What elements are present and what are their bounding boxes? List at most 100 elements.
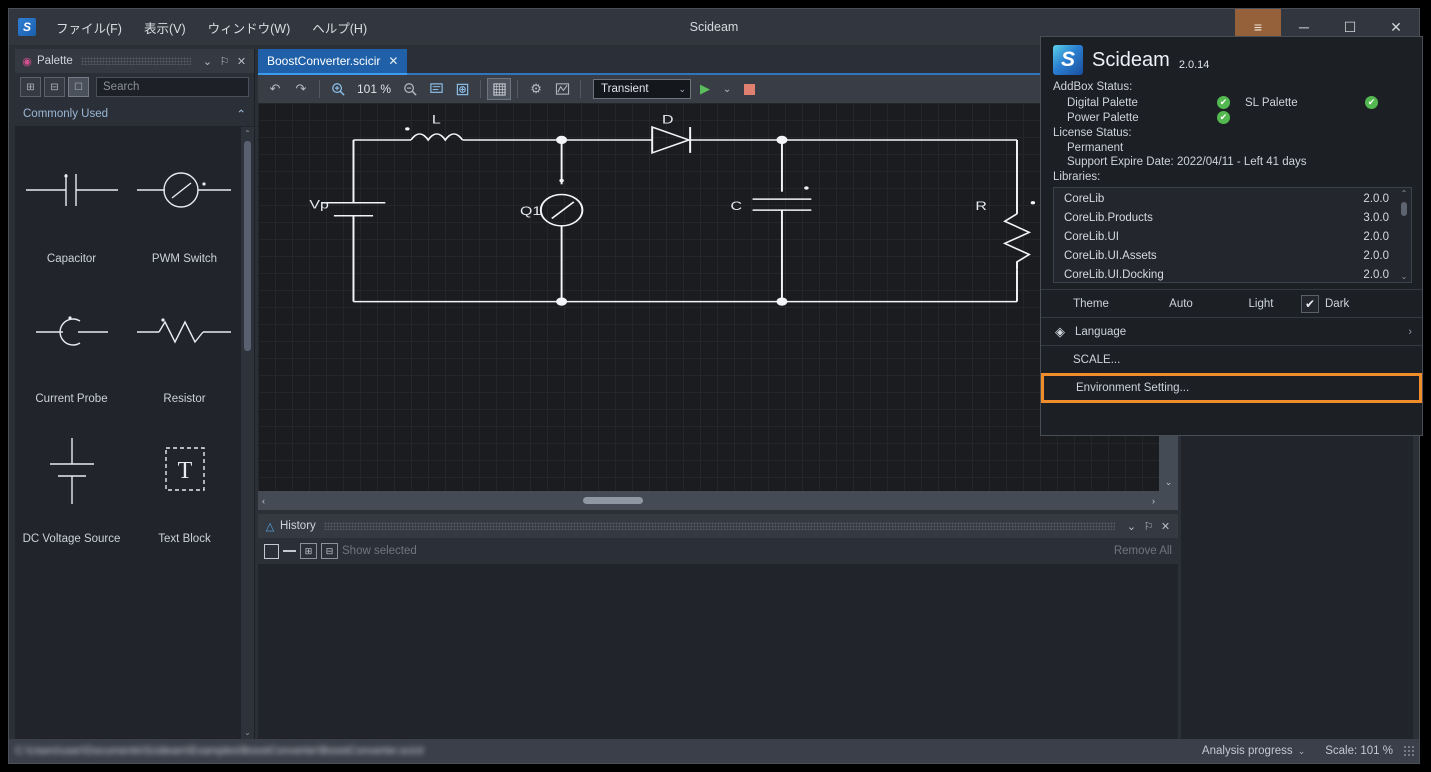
palette-item-capacitor[interactable]: Capacitor xyxy=(15,131,128,271)
addbox-row: Power Palette ✔ xyxy=(1041,110,1422,125)
palette-item-pwm-switch[interactable]: PWM Switch xyxy=(128,131,241,271)
palette-pin-icon[interactable]: ⚐ xyxy=(216,55,233,68)
run-button[interactable]: ▶ xyxy=(693,78,717,100)
palette-drag-handle[interactable] xyxy=(80,57,191,65)
palette-item-current-probe[interactable]: Current Probe xyxy=(15,271,128,411)
history-remove-icon[interactable] xyxy=(283,550,296,552)
palette-scroll-area: Capacitor PWM Switch Current Probe Resis… xyxy=(15,127,254,739)
palette-item-label: PWM Switch xyxy=(151,253,218,265)
palette-collapse-icon[interactable]: ⌄ xyxy=(199,55,216,68)
palette-scrollbar-thumb[interactable] xyxy=(244,141,251,351)
label-diode: D xyxy=(662,112,673,126)
history-list[interactable] xyxy=(258,564,1178,739)
app-menu-brand: S Scideam 2.0.14 xyxy=(1041,37,1422,79)
scrollbar-corner xyxy=(1159,491,1178,510)
scroll-down-icon[interactable]: ⌄ xyxy=(1401,272,1408,281)
theme-option-dark[interactable]: ✔ Dark xyxy=(1301,294,1349,313)
waveform-icon[interactable] xyxy=(550,78,574,100)
expand-all-icon[interactable]: ⊞ xyxy=(20,77,41,97)
undo-icon[interactable]: ↶ xyxy=(263,78,287,100)
run-options-icon[interactable]: ⌄ xyxy=(719,78,735,100)
palette-item-resistor[interactable]: Resistor xyxy=(128,271,241,411)
history-show-selected-label[interactable]: Show selected xyxy=(342,545,417,557)
grid-icon[interactable] xyxy=(487,78,512,100)
redo-icon[interactable]: ↷ xyxy=(289,78,313,100)
library-name: CoreLib.Products xyxy=(1064,212,1153,224)
scale-menu-item[interactable]: SCALE... xyxy=(1041,345,1422,373)
library-row[interactable]: CoreLib.Products 3.0.0 xyxy=(1054,209,1397,228)
analysis-progress-dropdown[interactable]: Analysis progress ⌄ xyxy=(1192,745,1315,757)
tab-boostconverter[interactable]: BoostConverter.scicir ✕ xyxy=(258,49,408,75)
tooltip-toggle-icon[interactable]: ☐ xyxy=(68,77,89,97)
history-collapse-icon[interactable]: ⌄ xyxy=(1123,520,1140,533)
history-collapse-all-icon[interactable]: ⊟ xyxy=(321,543,338,559)
palette-item-text-block[interactable]: T Text Block xyxy=(128,411,241,551)
menu-help[interactable]: ヘルプ(H) xyxy=(302,14,377,41)
palette-panel: ◉ Palette ⌄ ⚐ ✕ ⊞ ⊟ ☐ Search Commonly Us… xyxy=(15,49,255,739)
palette-title: Palette xyxy=(37,55,73,67)
schematic-canvas[interactable]: Vp L Q1 D C R xyxy=(258,103,1159,491)
palette-grid: Capacitor PWM Switch Current Probe Resis… xyxy=(15,127,241,739)
palette-toolbar: ⊞ ⊟ ☐ Search xyxy=(15,73,254,101)
palette-item-dc-voltage-source[interactable]: DC Voltage Source xyxy=(15,411,128,551)
libraries-scrollbar-thumb[interactable] xyxy=(1401,202,1407,216)
library-version: 2.0.0 xyxy=(1363,193,1389,205)
addbox-row: Digital Palette ✔ SL Palette ✔ xyxy=(1041,95,1422,110)
library-version: 2.0.0 xyxy=(1363,231,1389,243)
palette-close-icon[interactable]: ✕ xyxy=(233,55,250,68)
stop-button[interactable] xyxy=(737,78,761,100)
scroll-up-icon[interactable]: ⌃ xyxy=(244,129,251,138)
menu-file[interactable]: ファイル(F) xyxy=(46,14,132,41)
history-expand-icon[interactable]: ⊞ xyxy=(300,543,317,559)
libraries-scrollbar[interactable]: ⌃ ⌄ xyxy=(1397,188,1411,282)
scroll-down-icon[interactable]: ⌄ xyxy=(1165,477,1173,488)
library-row[interactable]: CoreLib 2.0.0 xyxy=(1054,190,1397,209)
libraries-list[interactable]: CoreLib 2.0.0 CoreLib.Products 3.0.0 Cor… xyxy=(1053,187,1412,283)
zoom-out-icon[interactable] xyxy=(398,78,422,100)
palette-section-commonly-used[interactable]: Commonly Used ⌃ xyxy=(15,101,254,127)
resize-grip-icon[interactable] xyxy=(1403,745,1415,757)
zoom-in-icon[interactable] xyxy=(326,78,350,100)
palette-item-label: Capacitor xyxy=(46,253,97,265)
menu-view[interactable]: 表示(V) xyxy=(134,14,196,41)
history-remove-all-button[interactable]: Remove All xyxy=(1114,545,1172,557)
chevron-right-icon: › xyxy=(1408,325,1412,338)
app-logo-icon: S xyxy=(1053,45,1083,75)
library-row[interactable]: CoreLib.UI.Docking 2.0.0 xyxy=(1054,266,1397,285)
menu-window[interactable]: ウィンドウ(W) xyxy=(198,14,301,41)
tab-close-icon[interactable]: ✕ xyxy=(388,54,398,68)
language-row[interactable]: ◈ Language › xyxy=(1041,317,1422,345)
history-checkbox[interactable] xyxy=(264,543,279,559)
history-close-icon[interactable]: ✕ xyxy=(1157,520,1174,533)
dc-voltage-source-icon xyxy=(15,411,128,533)
search-input[interactable]: Search xyxy=(96,77,249,97)
scroll-up-icon[interactable]: ⌃ xyxy=(1401,189,1408,198)
fit-page-icon[interactable] xyxy=(424,78,448,100)
theme-option-auto[interactable]: Auto xyxy=(1141,298,1221,310)
history-drag-handle[interactable] xyxy=(323,522,1115,530)
collapse-all-icon[interactable]: ⊟ xyxy=(44,77,65,97)
library-row[interactable]: CoreLib.UI.Assets 2.0.0 xyxy=(1054,247,1397,266)
settings-gear-icon[interactable]: ⚙ xyxy=(524,78,548,100)
canvas-horizontal-scrollbar[interactable]: ‹ › xyxy=(258,491,1159,510)
scroll-right-icon[interactable]: › xyxy=(1152,496,1155,506)
palette-section-label: Commonly Used xyxy=(23,107,108,120)
environment-setting-menu-item[interactable]: Environment Setting... xyxy=(1041,373,1422,403)
library-version: 2.0.0 xyxy=(1363,269,1389,281)
palette-header: ◉ Palette ⌄ ⚐ ✕ xyxy=(15,49,254,73)
fit-selection-icon[interactable] xyxy=(450,78,474,100)
theme-option-light[interactable]: Light xyxy=(1221,298,1301,310)
history-pin-icon[interactable]: ⚐ xyxy=(1140,520,1157,533)
library-version: 3.0.0 xyxy=(1363,212,1389,224)
analysis-progress-label: Analysis progress xyxy=(1201,745,1293,757)
analysis-type-select[interactable]: Transient ⌄ xyxy=(593,79,692,99)
addbox-sl-palette-label: SL Palette xyxy=(1245,96,1298,109)
app-menu-version: 2.0.14 xyxy=(1178,59,1210,71)
current-probe-icon xyxy=(15,271,128,393)
library-row[interactable]: CoreLib.UI 2.0.0 xyxy=(1054,228,1397,247)
palette-scrollbar[interactable]: ⌃ ⌄ xyxy=(241,127,254,739)
scroll-left-icon[interactable]: ‹ xyxy=(262,496,265,506)
horizontal-scrollbar-thumb[interactable] xyxy=(583,497,643,504)
check-icon: ✔ xyxy=(1217,111,1230,124)
scroll-down-icon[interactable]: ⌄ xyxy=(244,728,251,737)
